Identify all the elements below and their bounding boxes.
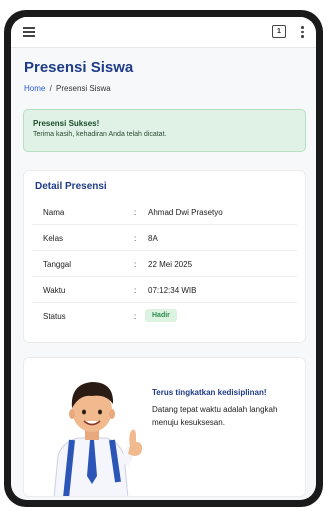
row-value: 07:12:34 WIB	[148, 286, 197, 295]
browser-toolbar: 1	[11, 17, 316, 48]
detail-card: Detail Presensi Nama : Ahmad Dwi Prasety…	[23, 170, 306, 343]
breadcrumb-current: Presensi Siswa	[56, 84, 111, 93]
row-value: 22 Mei 2025	[148, 260, 193, 269]
tabs-count-icon[interactable]: 1	[272, 25, 286, 38]
app-screen: 1 Presensi Siswa Home / Presensi Siswa P…	[11, 17, 316, 500]
detail-row-tanggal: Tanggal : 22 Mei 2025	[32, 252, 297, 277]
detail-row-kelas: Kelas : 8A	[32, 226, 297, 251]
status-badge: Hadir	[145, 309, 177, 322]
alert-title: Presensi Sukses!	[33, 119, 100, 128]
breadcrumb-home-link[interactable]: Home	[24, 84, 45, 93]
breadcrumb: Home / Presensi Siswa	[24, 84, 111, 93]
hamburger-menu-icon[interactable]	[23, 27, 35, 37]
student-thumbs-up-illustration	[53, 382, 142, 496]
motivation-title: Terus tingkatkan kedisiplinan!	[152, 388, 267, 397]
row-label: Nama	[43, 208, 65, 217]
row-colon: :	[134, 286, 137, 295]
alert-message: Terima kasih, kehadiran Anda telah dicat…	[33, 131, 167, 138]
success-alert: Presensi Sukses! Terima kasih, kehadiran…	[23, 109, 306, 152]
row-label: Waktu	[43, 286, 66, 295]
row-colon: :	[134, 312, 137, 321]
motivation-card: Terus tingkatkan kedisiplinan! Datang te…	[23, 357, 306, 497]
detail-row-nama: Nama : Ahmad Dwi Prasetyo	[32, 200, 297, 225]
kebab-menu-icon[interactable]	[301, 26, 304, 40]
motivation-text: Datang tepat waktu adalah langkah menuju…	[152, 405, 278, 427]
row-value: Ahmad Dwi Prasetyo	[148, 208, 223, 217]
row-label: Tanggal	[43, 260, 72, 269]
detail-row-waktu: Waktu : 07:12:34 WIB	[32, 278, 297, 303]
row-label: Kelas	[43, 234, 64, 243]
row-value: 8A	[148, 234, 158, 243]
breadcrumb-separator: /	[49, 84, 52, 93]
row-colon: :	[134, 234, 137, 243]
phone-frame: 1 Presensi Siswa Home / Presensi Siswa P…	[4, 10, 323, 507]
page-title: Presensi Siswa	[24, 59, 134, 76]
row-label: Status	[43, 312, 66, 321]
row-colon: :	[134, 208, 137, 217]
detail-card-title: Detail Presensi	[35, 181, 107, 192]
row-colon: :	[134, 260, 137, 269]
detail-row-status: Status : Hadir	[32, 304, 297, 328]
